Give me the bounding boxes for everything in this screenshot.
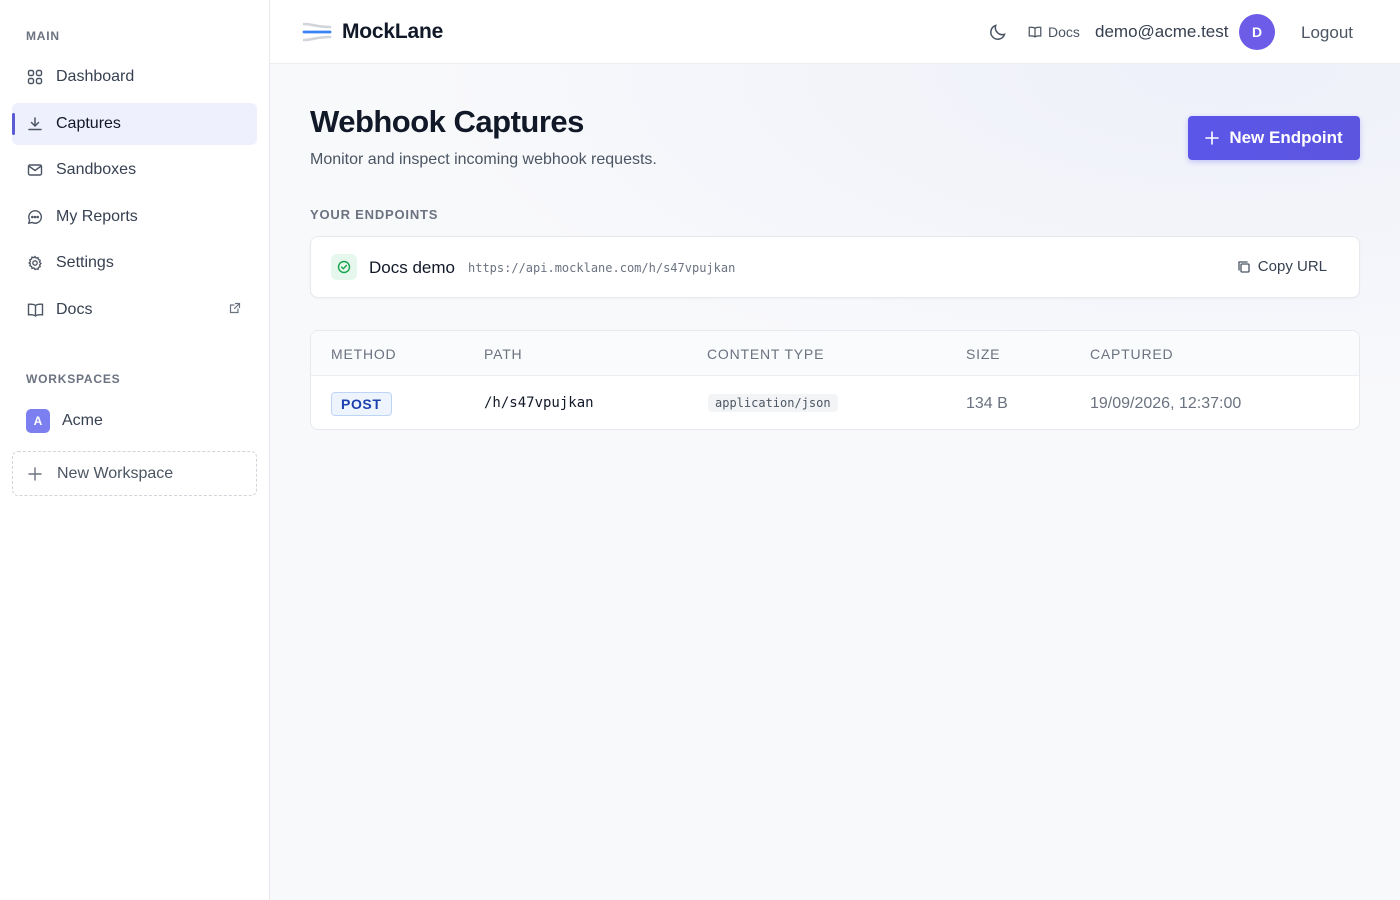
check-circle-icon — [331, 254, 357, 280]
endpoint-name: Docs demo — [369, 258, 455, 277]
page-subtitle: Monitor and inspect incoming webhook req… — [310, 151, 657, 168]
grid-icon — [26, 68, 44, 86]
user-avatar[interactable]: D — [1239, 14, 1275, 50]
external-link-icon — [229, 302, 243, 316]
copy-url-button[interactable]: Copy URL — [1237, 258, 1327, 275]
sidebar-item-label: Docs — [56, 301, 93, 318]
new-endpoint-label: New Endpoint — [1229, 128, 1343, 147]
plus-icon — [1205, 131, 1220, 145]
column-header-size[interactable]: SIZE — [966, 346, 1000, 362]
waves-logo-icon — [302, 19, 332, 45]
request-size: 134 B — [966, 395, 1008, 412]
section-label-main: MAIN — [26, 29, 60, 43]
copy-icon — [1237, 260, 1251, 274]
endpoint-card[interactable]: Docs demo https://api.mocklane.com/h/s47… — [310, 236, 1360, 298]
page-title: Webhook Captures — [310, 104, 584, 139]
captures-table: METHOD PATH CONTENT TYPE SIZE CAPTURED P… — [310, 330, 1360, 430]
endpoints-section-label: YOUR ENDPOINTS — [310, 207, 439, 222]
method-badge: POST — [331, 392, 392, 416]
gear-icon — [26, 254, 44, 272]
captured-timestamp: 19/09/2026, 12:37:00 — [1090, 395, 1242, 412]
header-docs-label: Docs — [1048, 24, 1080, 40]
section-label-workspaces: WORKSPACES — [26, 372, 121, 386]
workspace-name: Acme — [62, 412, 103, 429]
book-icon — [26, 301, 44, 319]
book-icon — [1028, 25, 1042, 39]
chat-icon — [26, 208, 44, 226]
user-email: demo@acme.test — [1095, 22, 1229, 41]
moon-icon[interactable] — [988, 22, 1008, 42]
table-row[interactable]: POST /h/s47vpujkan application/json 134 … — [311, 376, 1359, 429]
brand[interactable]: MockLane — [302, 18, 443, 46]
column-header-captured[interactable]: CAPTURED — [1090, 346, 1173, 362]
header-docs-link[interactable]: Docs — [1028, 22, 1080, 42]
sidebar-item-label: Captures — [56, 115, 121, 132]
sidebar-item-docs[interactable]: Docs — [12, 289, 257, 331]
sidebar-item-label: Settings — [56, 254, 114, 271]
request-path: /h/s47vpujkan — [484, 395, 594, 411]
content-type-tag: application/json — [708, 394, 838, 412]
column-header-content-type[interactable]: CONTENT TYPE — [707, 346, 824, 362]
sidebar-item-captures[interactable]: Captures — [12, 103, 257, 145]
download-icon — [26, 115, 44, 133]
plus-icon — [27, 466, 43, 482]
column-header-path[interactable]: PATH — [484, 346, 522, 362]
sidebar: MAIN Dashboard Captures Sandboxes My Rep… — [0, 0, 270, 900]
workspace-item-acme[interactable]: A Acme — [26, 409, 103, 433]
endpoint-url: https://api.mocklane.com/h/s47vpujkan — [468, 261, 736, 275]
brand-name: MockLane — [342, 20, 444, 43]
new-workspace-label: New Workspace — [57, 464, 174, 482]
workspace-avatar: A — [26, 409, 50, 433]
sidebar-item-label: Dashboard — [56, 68, 135, 85]
new-workspace-button[interactable]: New Workspace — [12, 451, 257, 496]
sidebar-item-sandboxes[interactable]: Sandboxes — [12, 149, 257, 191]
sidebar-item-label: Sandboxes — [56, 161, 137, 178]
sidebar-item-label: My Reports — [56, 208, 138, 225]
sidebar-item-dashboard[interactable]: Dashboard — [12, 56, 257, 98]
sidebar-item-settings[interactable]: Settings — [12, 242, 257, 284]
copy-url-label: Copy URL — [1257, 258, 1327, 275]
sidebar-item-my-reports[interactable]: My Reports — [12, 196, 257, 238]
column-header-method[interactable]: METHOD — [331, 346, 396, 362]
logout-button[interactable]: Logout — [1301, 23, 1353, 43]
mail-icon — [26, 161, 44, 179]
table-header: METHOD PATH CONTENT TYPE SIZE CAPTURED — [311, 331, 1359, 376]
top-header: MockLane Docs demo@acme.test D Logout — [270, 0, 1400, 64]
new-endpoint-button[interactable]: New Endpoint — [1188, 116, 1360, 160]
